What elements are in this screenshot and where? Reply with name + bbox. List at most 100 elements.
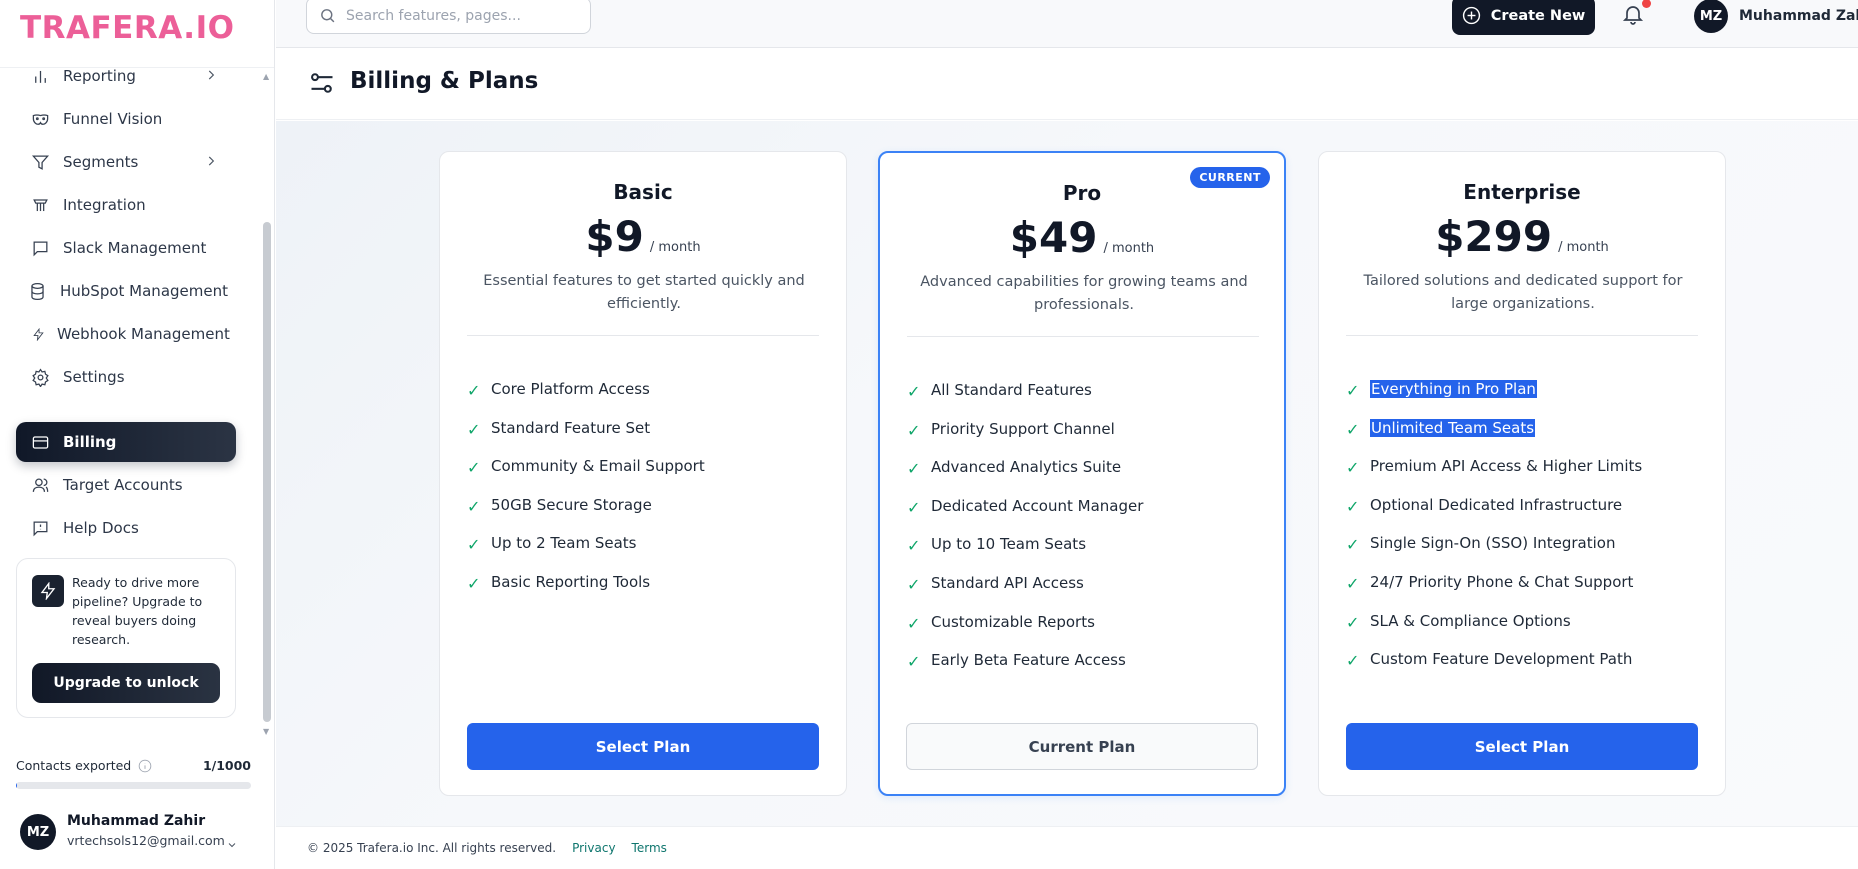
chevron-down-icon[interactable] [226, 836, 238, 855]
scroll-down-arrow-icon[interactable]: ▼ [263, 727, 269, 736]
feature-item: ✓ Up to 2 Team Seats [467, 534, 705, 573]
plan-description: Essential features to get started quickl… [483, 273, 805, 312]
plan-period: / month [1103, 241, 1155, 256]
check-icon: ✓ [467, 573, 481, 593]
check-icon: ✓ [907, 459, 921, 479]
sidebar-item-webhook-management[interactable]: Webhook Management [16, 314, 236, 354]
create-new-label: Create New [1490, 7, 1586, 24]
sliders-icon [308, 69, 336, 101]
sidebar-scrollbar[interactable]: ▲ ▼ [262, 72, 272, 736]
contacts-exported-count: 1/1000 [202, 758, 251, 773]
avatar: MZ [1694, 0, 1728, 33]
check-icon: ✓ [907, 420, 921, 440]
plan-price: $49 [1009, 213, 1098, 262]
privacy-link[interactable]: Privacy [572, 841, 615, 855]
plan-description: Tailored solutions and dedicated support… [1363, 273, 1683, 312]
check-icon: ✓ [467, 535, 481, 555]
feature-text: Core Platform Access [491, 380, 650, 398]
divider [907, 336, 1259, 337]
integration-icon [30, 195, 50, 215]
check-icon: ✓ [467, 381, 481, 400]
scroll-up-arrow-icon[interactable]: ▲ [263, 72, 269, 81]
plan-period: / month [649, 240, 701, 255]
upgrade-button[interactable]: Upgrade to unlock [32, 663, 220, 703]
check-icon: ✓ [907, 574, 921, 594]
feature-item: ✓ Basic Reporting Tools [467, 573, 705, 612]
sidebar-item-billing[interactable]: Billing [16, 422, 236, 462]
feature-text-selected: Unlimited Team Seats [1370, 418, 1536, 437]
terms-link[interactable]: Terms [632, 841, 667, 855]
feature-item: ✓ Customizable Reports [907, 613, 1143, 652]
feature-list: ✓ Core Platform Access ✓ Standard Feature … [467, 380, 705, 612]
check-icon: ✓ [1346, 496, 1360, 516]
message-square-icon [30, 238, 50, 258]
users-icon [30, 475, 50, 495]
feature-item: ✓ Unlimited Team Seats [1346, 418, 1642, 458]
feature-item: ✓ Core Platform Access [467, 380, 705, 419]
lightning-icon [28, 324, 48, 344]
mask-icon [30, 109, 50, 129]
plan-price-row: $9 / month [440, 212, 846, 261]
sidebar-item-integration[interactable]: Integration [16, 185, 236, 225]
gear-icon [30, 367, 50, 387]
feature-text: Priority Support Channel [931, 419, 1115, 438]
feature-item: ✓ Priority Support Channel [907, 420, 1143, 459]
check-icon: ✓ [467, 496, 481, 516]
sidebar-item-settings[interactable]: Settings [16, 357, 236, 397]
feature-text: Customizable Reports [931, 612, 1095, 631]
check-icon: ✓ [907, 497, 921, 517]
top-user-name: Muhammad Zahir [1739, 8, 1858, 24]
feature-text: All Standard Features [931, 381, 1092, 399]
current-plan-button[interactable]: Current Plan [906, 723, 1258, 770]
feature-item: ✓ 50GB Secure Storage [467, 496, 705, 535]
user-email: vrtechsols12@gmail.com [67, 833, 225, 848]
divider [1346, 335, 1698, 336]
sidebar-item-reporting[interactable]: Reporting [16, 56, 236, 96]
select-plan-button[interactable]: Select Plan [1346, 723, 1698, 770]
feature-list: ✓ Everything in Pro Plan ✓ Unlimited Team … [1346, 380, 1642, 689]
contacts-progress-bar [16, 782, 251, 789]
sidebar-item-target-accounts[interactable]: Target Accounts [16, 465, 236, 505]
user-menu[interactable]: MZ Muhammad Zahir vrtechsols12@gmail.com [20, 812, 260, 852]
feature-item: ✓ Custom Feature Development Path [1346, 650, 1642, 689]
check-icon: ✓ [1346, 535, 1360, 555]
plan-price: $299 [1435, 212, 1553, 261]
search-input[interactable] [346, 7, 576, 24]
check-icon: ✓ [1346, 573, 1360, 593]
notifications-button[interactable] [1621, 0, 1651, 28]
feature-list: ✓ All Standard Features ✓ Priority Support… [907, 381, 1143, 690]
upgrade-message: Ready to drive more pipeline? Upgrade to… [72, 575, 203, 647]
plan-period: / month [1558, 240, 1609, 255]
sidebar-item-help-docs[interactable]: Help Docs [16, 508, 236, 548]
feature-text: Standard Feature Set [491, 418, 651, 437]
feature-text: Up to 10 Team Seats [931, 535, 1087, 554]
check-icon: ✓ [907, 652, 921, 672]
plan-name: Pro [1062, 181, 1102, 205]
contacts-progress-fill [16, 782, 18, 789]
feature-text: SLA & Compliance Options [1370, 611, 1571, 630]
scrollbar-thumb[interactable] [263, 222, 271, 722]
sidebar-item-segments[interactable]: Segments [16, 142, 236, 182]
create-new-button[interactable]: Create New [1452, 0, 1595, 35]
help-message-icon [30, 518, 50, 538]
sidebar-item-hubspot-management[interactable]: HubSpot Management [16, 271, 236, 311]
logo[interactable]: TRAFERA.IO [20, 10, 234, 46]
feature-text: 24/7 Priority Phone & Chat Support [1370, 572, 1634, 591]
search-box[interactable] [306, 0, 591, 34]
info-icon[interactable] [138, 759, 152, 773]
check-icon: ✓ [1346, 458, 1360, 478]
copyright: © 2025 Trafera.io Inc. All rights reserv… [307, 841, 557, 855]
select-plan-button[interactable]: Select Plan [467, 723, 819, 770]
feature-text: Single Sign-On (SSO) Integration [1370, 534, 1616, 553]
page-title: Billing & Plans [350, 68, 539, 94]
top-user-menu[interactable]: MZ Muhammad Zahir [1694, 0, 1858, 33]
feature-text: Standard API Access [931, 573, 1084, 592]
plan-name: Basic [613, 180, 673, 204]
avatar: MZ [20, 814, 56, 850]
sidebar-item-label: Settings [63, 368, 125, 386]
footer: © 2025 Trafera.io Inc. All rights reserv… [276, 826, 1858, 869]
check-icon: ✓ [907, 536, 921, 556]
feature-text: Early Beta Feature Access [931, 651, 1126, 670]
sidebar-item-slack-management[interactable]: Slack Management [16, 228, 236, 268]
sidebar-item-funnel-vision[interactable]: Funnel Vision [16, 99, 236, 139]
